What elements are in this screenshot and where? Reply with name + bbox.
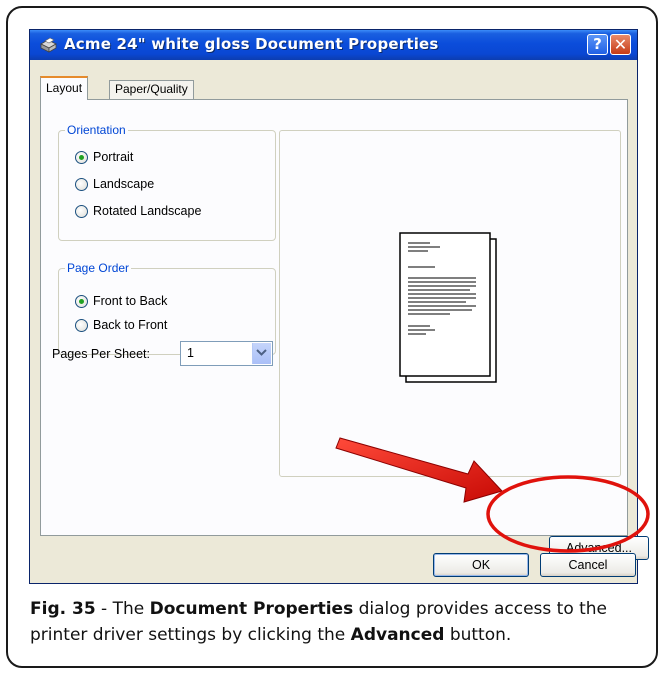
orientation-group: Orientation Portrait Landscape Rotated L… <box>58 123 276 241</box>
radio-landscape[interactable]: Landscape <box>75 174 154 194</box>
ok-button[interactable]: OK <box>433 553 529 577</box>
help-icon: ? <box>593 35 602 53</box>
tab-paper-quality[interactable]: Paper/Quality <box>109 80 194 99</box>
radio-front-to-back[interactable]: Front to Back <box>75 291 167 311</box>
radio-button-checked[interactable] <box>75 294 88 308</box>
radio-button-checked[interactable] <box>75 150 88 164</box>
close-icon: ✕ <box>613 35 628 54</box>
tab-layout[interactable]: Layout <box>40 76 89 100</box>
pages-per-sheet-label: Pages Per Sheet: <box>52 347 150 361</box>
document-properties-dialog: Acme 24" white gloss Document Properties… <box>29 29 649 584</box>
radio-button[interactable] <box>75 204 88 218</box>
radio-label: Portrait <box>93 150 134 164</box>
printer-icon <box>40 37 57 53</box>
caption-strong: Advanced <box>350 625 445 645</box>
tab-label: Layout <box>46 81 83 95</box>
close-button[interactable]: ✕ <box>610 34 631 55</box>
caption-text: - The <box>95 599 150 619</box>
caption-strong: Document Properties <box>149 599 354 619</box>
radio-label: Back to Front <box>93 318 168 332</box>
radio-label: Front to Back <box>93 294 168 308</box>
window-title: Acme 24" white gloss Document Properties <box>64 35 439 53</box>
title-bar[interactable]: Acme 24" white gloss Document Properties… <box>30 30 637 60</box>
help-button[interactable]: ? <box>587 34 608 55</box>
caption-text: button. <box>444 625 512 645</box>
layout-preview <box>279 130 621 477</box>
group-legend: Orientation <box>65 123 128 137</box>
caption-figure-number: Fig. 35 <box>30 599 96 619</box>
pages-per-sheet-select[interactable]: 1 <box>180 341 273 366</box>
radio-rotated-landscape[interactable]: Rotated Landscape <box>75 201 201 221</box>
group-legend: Page Order <box>65 261 132 275</box>
chevron-down-icon[interactable] <box>252 343 271 364</box>
radio-button[interactable] <box>75 177 88 191</box>
radio-label: Landscape <box>93 177 155 191</box>
tab-label: Paper/Quality <box>115 82 188 96</box>
radio-back-to-front[interactable]: Back to Front <box>75 315 167 335</box>
cancel-button[interactable]: Cancel <box>540 553 636 577</box>
figure-caption: Fig. 35 - The Document Properties dialog… <box>30 596 640 648</box>
pages-per-sheet-value: 1 <box>187 346 194 360</box>
page-preview-icon <box>399 232 497 383</box>
radio-label: Rotated Landscape <box>93 204 202 218</box>
radio-portrait[interactable]: Portrait <box>75 147 133 167</box>
radio-button[interactable] <box>75 318 88 332</box>
